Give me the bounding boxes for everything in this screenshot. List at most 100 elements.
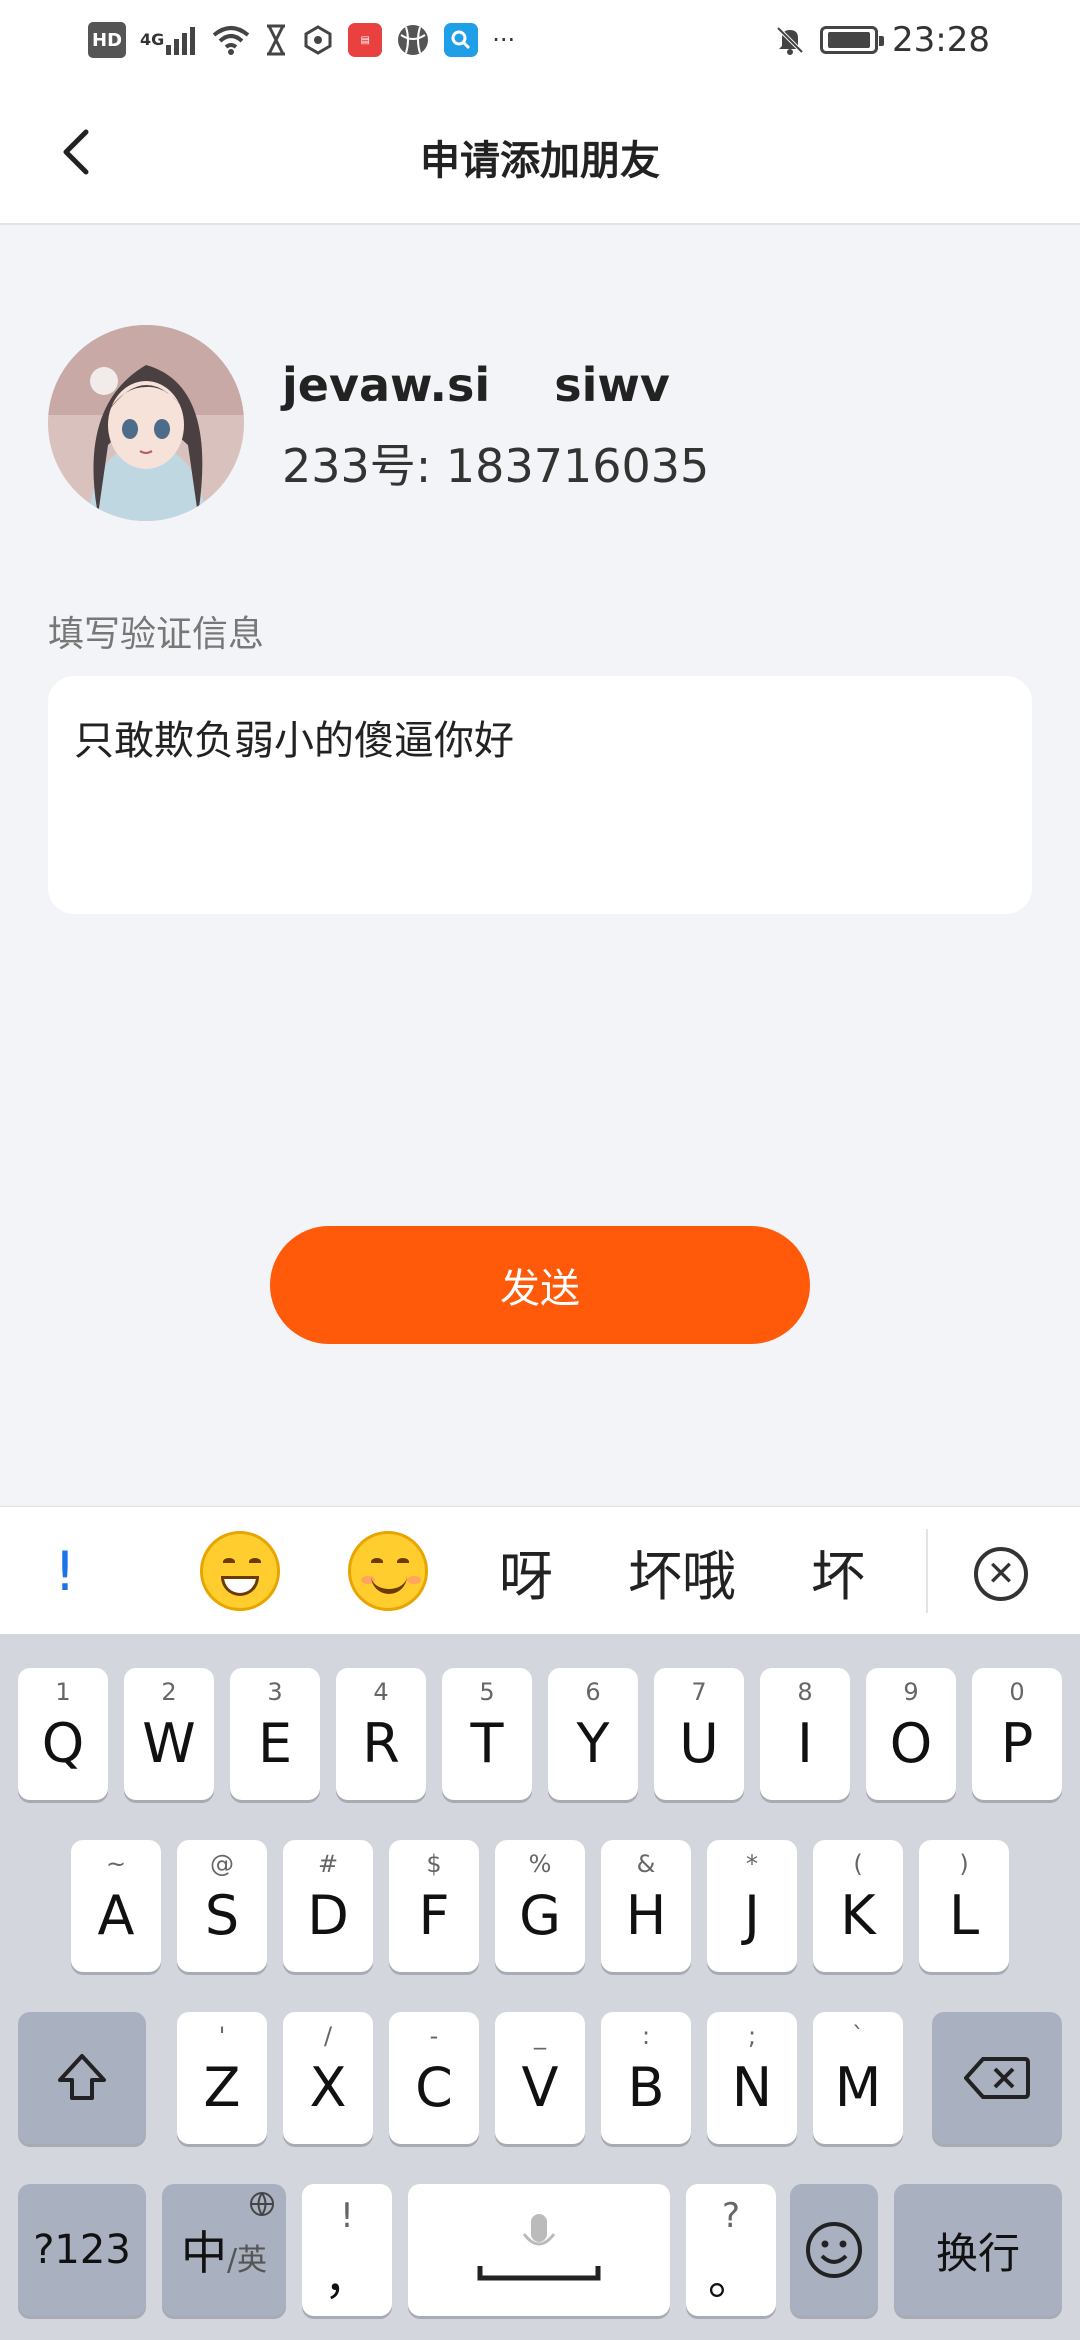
key-u[interactable]: 7U [654,1668,744,1800]
comma-key[interactable]: ! ， [302,2184,392,2316]
backspace-key[interactable] [932,2012,1062,2144]
key-c[interactable]: -C [389,2012,479,2144]
key-i[interactable]: 8I [760,1668,850,1800]
emoji-key[interactable] [790,2184,878,2316]
verification-message-text: 只敢欺负弱小的傻逼你好 [74,718,514,764]
huawei-app-icon: ▤ [348,23,383,57]
key-e[interactable]: 3E [230,1668,320,1800]
candidate-huai[interactable]: 坏 [806,1507,870,1635]
wifi-icon [212,22,250,58]
key-i-label: I [797,1711,813,1775]
key-e-label: E [257,1711,293,1775]
hd-icon: HD [88,22,127,58]
key-q-label: Q [41,1711,85,1775]
key-a-secondary: ~ [105,1850,127,1878]
key-y[interactable]: 6Y [548,1668,638,1800]
space-key[interactable] [408,2184,670,2316]
key-s-label: S [204,1883,240,1947]
key-q[interactable]: 1Q [18,1668,108,1800]
key-o[interactable]: 9O [866,1668,956,1800]
key-j-secondary: * [746,1850,758,1878]
hourglass-icon [264,22,288,58]
shift-key[interactable] [18,2012,146,2144]
key-m[interactable]: ` M [813,2012,903,2144]
period-key[interactable]: ? 。 [686,2184,776,2316]
key-u-secondary: 7 [691,1678,707,1706]
candidate-exclamation[interactable]: ! [40,1507,90,1635]
microphone-space-icon [477,2214,601,2281]
key-s-secondary: @ [210,1850,234,1878]
candidate-ya[interactable]: 呀 [494,1507,558,1635]
avatar[interactable] [48,325,244,521]
key-v-secondary: _ [534,2022,546,2050]
key-r-label: R [362,1711,400,1775]
mute-bell-icon [774,22,806,58]
enter-key[interactable]: 换行 [894,2184,1062,2316]
browser-icon [396,22,430,58]
key-b[interactable]: :B [601,2012,691,2144]
key-p[interactable]: 0P [972,1668,1062,1800]
key-r[interactable]: 4R [336,1668,426,1800]
key-p-label: P [1000,1711,1034,1775]
key-f[interactable]: $ F [389,1840,479,1972]
globe-icon [248,2190,276,2222]
key-n[interactable]: ; N [707,2012,797,2144]
key-y-secondary: 6 [585,1678,601,1706]
period-key-main: 。 [708,2251,754,2305]
key-k[interactable]: (K [813,1840,903,1972]
key-s[interactable]: @ S [177,1840,267,1972]
candidate-smile-emoji[interactable] [346,1507,430,1635]
key-b-label: B [627,2055,665,2119]
key-a[interactable]: ~ A [71,1840,161,1972]
more-notifications-icon: ··· [492,26,516,54]
top-bar: 申请添加朋友 [0,80,1080,225]
key-c-label: C [415,2055,453,2119]
comma-key-sub: ! [340,2196,354,2236]
language-switch-key[interactable]: 中/英 [162,2184,286,2316]
status-bar: HD 4G ▤ ··· 23:28 [0,0,1080,80]
key-r-secondary: 4 [373,1678,389,1706]
send-button[interactable]: 发送 [270,1226,810,1344]
key-l[interactable]: ) L [919,1840,1009,1972]
key-w-secondary: 2 [161,1678,177,1706]
smiley-icon [806,2222,862,2278]
key-v[interactable]: _ V [495,2012,585,2144]
status-time: 23:28 [892,20,990,60]
key-f-label: F [418,1883,450,1947]
key-h[interactable]: & H [601,1840,691,1972]
key-e-secondary: 3 [267,1678,283,1706]
key-m-secondary: ` [852,2022,864,2050]
verification-message-input[interactable]: 只敢欺负弱小的傻逼你好 [48,676,1032,914]
keyboard: 1Q2W3E4R5T6Y7U8I9O0P ~ A @ S # D $ F% G & H * J(K) L … [0,1634,1080,2340]
enter-key-label: 换行 [935,2228,1020,2278]
key-h-label: H [625,1883,667,1947]
friend-username: jevaw.si siwv [282,358,670,412]
key-j-label: J [744,1883,760,1947]
status-icons-right: 23:28 [774,20,990,60]
key-d[interactable]: # D [283,1840,373,1972]
key-w[interactable]: 2W [124,1668,214,1800]
key-l-secondary: ) [959,1850,969,1878]
key-h-secondary: & [636,1850,656,1878]
key-t-label: T [470,1711,504,1775]
key-g[interactable]: % G [495,1840,585,1972]
key-f-secondary: $ [426,1850,442,1878]
candidate-grin-emoji[interactable] [198,1507,282,1635]
numbers-key[interactable]: ?123 [18,2184,146,2316]
close-candidates-icon[interactable]: ✕ [974,1547,1028,1601]
key-j[interactable]: * J [707,1840,797,1972]
verification-label: 填写验证信息 [48,614,265,655]
battery-icon [820,26,885,54]
key-x[interactable]: / X [283,2012,373,2144]
candidate-huaie[interactable]: 坏哦 [620,1507,744,1635]
backspace-icon [964,2057,1030,2099]
key-z[interactable]: ' Z [177,2012,267,2144]
shift-arrow-icon [58,2054,106,2100]
key-g-secondary: % [528,1850,552,1878]
key-x-label: X [309,2055,347,2119]
key-l-label: L [948,1883,980,1947]
key-t[interactable]: 5T [442,1668,532,1800]
key-g-label: G [519,1883,561,1947]
key-n-label: N [731,2055,773,2119]
candidate-divider [926,1529,928,1613]
